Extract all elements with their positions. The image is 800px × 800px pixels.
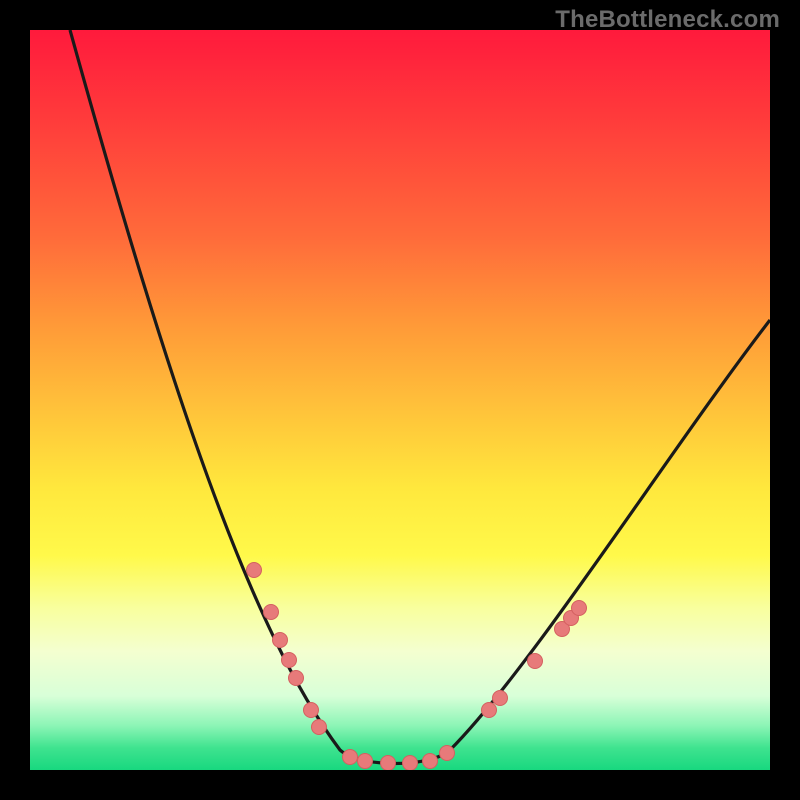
- data-marker: [358, 754, 373, 769]
- data-marker: [312, 720, 327, 735]
- data-marker: [493, 691, 508, 706]
- watermark-text: TheBottleneck.com: [555, 6, 780, 34]
- data-marker: [423, 754, 438, 769]
- data-marker: [289, 671, 304, 686]
- data-marker: [381, 756, 396, 771]
- data-marker: [247, 563, 262, 578]
- data-marker: [343, 750, 358, 765]
- chart-svg: [30, 30, 770, 770]
- plot-area: [30, 30, 770, 770]
- data-marker: [282, 653, 297, 668]
- data-marker: [403, 756, 418, 771]
- data-marker: [273, 633, 288, 648]
- data-marker: [572, 601, 587, 616]
- bottleneck-curve: [70, 30, 770, 764]
- chart-frame: TheBottleneck.com: [0, 0, 800, 800]
- data-marker: [440, 746, 455, 761]
- data-marker: [264, 605, 279, 620]
- marker-group: [247, 563, 587, 771]
- data-marker: [528, 654, 543, 669]
- data-marker: [304, 703, 319, 718]
- data-marker: [482, 703, 497, 718]
